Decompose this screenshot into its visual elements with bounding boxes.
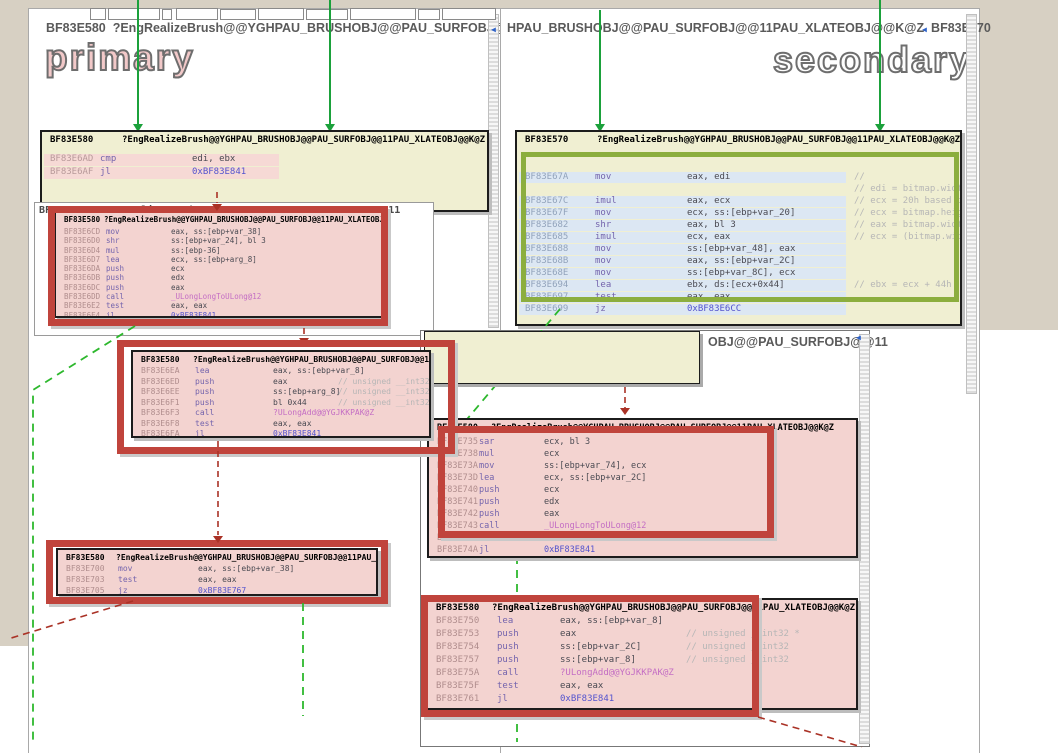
diff-highlight-box — [46, 540, 388, 604]
asm-row: BF83E6EDpusheax// unsigned __int32 * — [133, 377, 429, 388]
matched-highlight-box — [521, 152, 959, 302]
primary-scrollbar[interactable] — [488, 14, 499, 328]
desktop-top-strip — [0, 0, 1058, 8]
block-address: BF83E580 — [141, 355, 180, 364]
pane-marker-icon[interactable]: ◀ — [856, 334, 861, 342]
asm-row: BF83E6ADcmpedi, ebx — [42, 154, 487, 167]
pane-marker-icon[interactable]: ◀ — [922, 26, 927, 34]
basic-block-primary-entry[interactable]: BF83E580 ?EngRealizeBrush@@YGHPAU_BRUSHOB… — [40, 130, 489, 212]
minimap-node[interactable] — [418, 9, 440, 20]
minimap-node[interactable] — [162, 9, 172, 20]
code-rows: BF83E6ADcmpedi, ebxBF83E6AFjl0xBF83E841 — [42, 154, 487, 180]
asm-row: BF83E6EEpushss:[ebp+arg_8]// unsigned __… — [133, 387, 429, 398]
asm-row: BF83E6FAjl0xBF83E841 — [133, 429, 429, 438]
minimap-node[interactable] — [176, 8, 218, 20]
block-address: BF83E570 — [525, 135, 568, 145]
minimap-node[interactable] — [258, 8, 304, 20]
block-address: BF83E580 — [50, 135, 93, 145]
asm-row: BF83E699jz0xBF83E6CC — [517, 304, 960, 316]
secondary-scrollbar[interactable] — [966, 14, 977, 394]
mid-window-scrollbar[interactable] — [859, 334, 870, 744]
primary-window-title: BF83E580 ?EngRealizeBrush@@YGHPAU_BRUSHO… — [46, 21, 531, 35]
asm-row: BF83E74Ajl0xBF83E841 — [429, 545, 856, 557]
minimap-node[interactable] — [108, 8, 160, 20]
minimap-node[interactable] — [306, 9, 348, 20]
minimap-node[interactable] — [220, 9, 256, 20]
desktop-left-strip — [0, 0, 28, 646]
code-rows: BF83E6EAleaeax, ss:[ebp+var_8]BF83E6EDpu… — [133, 366, 429, 438]
asm-row: BF83E6F1pushbl 0x44// unsigned __int32 — [133, 398, 429, 409]
diff-highlight-box — [438, 426, 774, 538]
asm-row: BF83E6EAleaeax, ss:[ebp+var_8] — [133, 366, 429, 377]
block-function-name: ?EngRealizeBrush@@YGHPAU_BRUSHOBJ@@PAU_S… — [597, 135, 960, 145]
asm-row: BF83E6F3call?ULongAdd@@YGJKKPAK@Z — [133, 408, 429, 419]
diff-highlight-box — [48, 206, 388, 326]
primary-watermark: primary — [45, 37, 195, 79]
pane-marker-icon[interactable]: ◀ — [491, 26, 496, 34]
diff-highlight-box — [421, 595, 759, 717]
basic-block-fragment[interactable] — [424, 331, 700, 384]
asm-row: BF83E6AFjl0xBF83E841 — [42, 167, 487, 180]
minimap-node[interactable] — [442, 8, 496, 20]
block-function-name: ?EngRealizeBrush@@YGHPAU_BRUSHOBJ@@PAU_S… — [122, 135, 485, 145]
secondary-window-title: HPAU_BRUSHOBJ@@PAU_SURFOBJ@@11PAU_XLATEO… — [507, 21, 991, 35]
binary-diff-workspace: { "colors": { "diff_box_red": "#c0443c",… — [0, 0, 1058, 752]
minimap-node[interactable] — [90, 8, 106, 20]
secondary-watermark: secondary — [773, 39, 971, 81]
desktop-right-strip — [979, 8, 1058, 330]
minimap-node[interactable] — [350, 8, 416, 20]
asm-row: BF83E6F8testeax, eax — [133, 419, 429, 430]
basic-block-diff-2[interactable]: BF83E580 ?EngRealizeBrush@@YGHPAU_BRUSHOB… — [131, 350, 431, 438]
block-function-name: ?EngRealizeBrush@@YGHPAU_BRUSHOBJ@@PAU_S… — [193, 355, 431, 364]
